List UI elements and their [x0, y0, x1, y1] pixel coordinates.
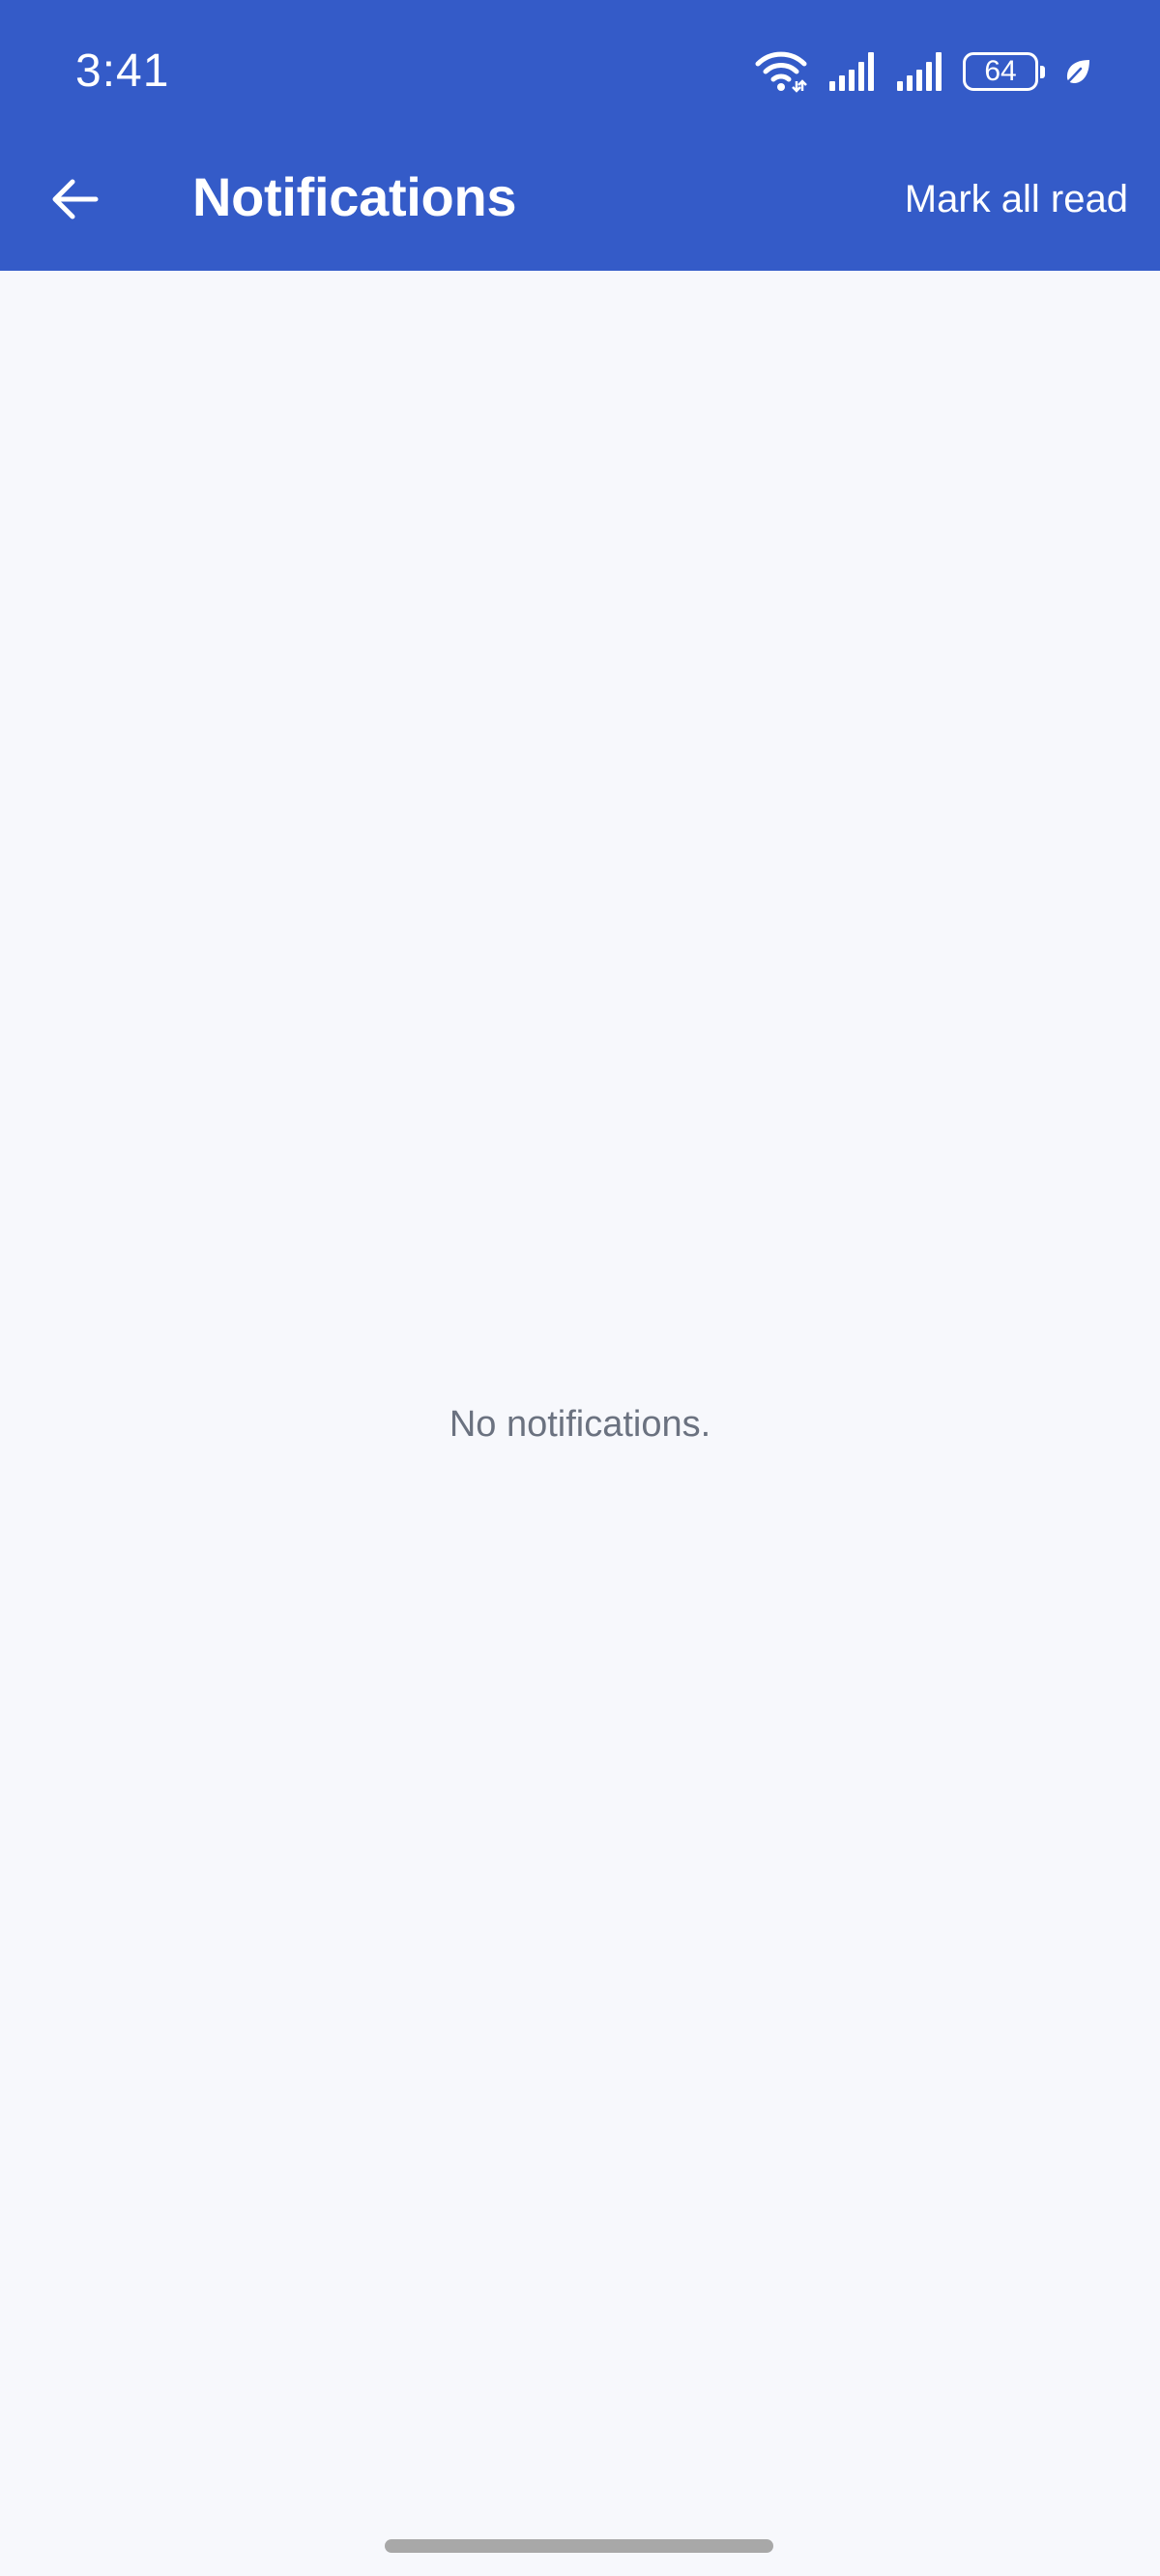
- home-indicator[interactable]: [385, 2539, 773, 2553]
- battery-icon: 64: [963, 52, 1045, 91]
- signal-icon: [827, 50, 876, 93]
- wifi-icon: [754, 50, 808, 93]
- status-bar: 3:41 64: [0, 0, 1160, 143]
- mark-all-read-button[interactable]: Mark all read: [905, 174, 1128, 224]
- notifications-screen: 3:41 64 Notifications Mark all read No n…: [0, 0, 1160, 2576]
- notifications-list: No notifications.: [0, 271, 1160, 2576]
- app-bar: Notifications Mark all read: [0, 143, 1160, 271]
- back-button[interactable]: [39, 164, 112, 238]
- battery-level: 64: [984, 55, 1017, 87]
- empty-state-message: No notifications.: [449, 1404, 711, 1445]
- status-time: 3:41: [75, 45, 170, 97]
- page-title: Notifications: [192, 166, 517, 227]
- signal-icon: [895, 50, 943, 93]
- leaf-icon: [1063, 57, 1092, 86]
- arrow-left-icon: [51, 178, 100, 225]
- status-icons: 64: [754, 48, 1092, 95]
- header: 3:41 64 Notifications Mark all read: [0, 0, 1160, 271]
